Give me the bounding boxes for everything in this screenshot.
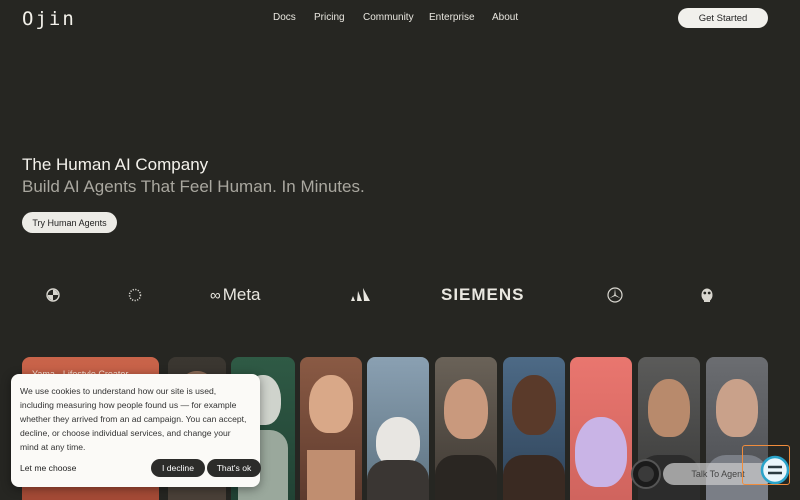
bmw-icon [46, 280, 60, 310]
agent-card[interactable] [367, 357, 429, 500]
nav-enterprise[interactable]: Enterprise [429, 12, 475, 23]
brand-logo[interactable]: Ojin [22, 8, 76, 30]
cookie-banner: We use cookies to understand how our sit… [11, 374, 261, 487]
get-started-button[interactable]: Get Started [678, 8, 768, 28]
mercedes-icon [607, 280, 623, 310]
meta-infinity-icon: ∞ [210, 286, 221, 304]
dotted-circle-icon [128, 280, 142, 310]
nav-docs[interactable]: Docs [273, 12, 296, 23]
agent-card[interactable] [570, 357, 632, 500]
client-logos: ∞ Meta SIEMENS [0, 280, 800, 310]
agent-card[interactable] [435, 357, 497, 500]
nav-about[interactable]: About [492, 12, 518, 23]
try-human-agents-button[interactable]: Try Human Agents [22, 212, 117, 233]
nav-community[interactable]: Community [363, 12, 414, 23]
meta-wordmark: Meta [222, 285, 261, 304]
hero-subtitle: Build AI Agents That Feel Human. In Minu… [22, 177, 365, 196]
siemens-logo: SIEMENS [441, 285, 525, 304]
chat-icon[interactable] [759, 454, 791, 486]
agent-card[interactable] [503, 357, 565, 500]
cookie-text: We use cookies to understand how our sit… [20, 386, 247, 452]
meta-logo: ∞ Meta [210, 280, 261, 310]
nav-pricing[interactable]: Pricing [314, 12, 345, 23]
agent-avatar[interactable] [631, 459, 661, 489]
wwf-icon [700, 280, 714, 310]
agent-card[interactable] [300, 357, 362, 500]
hero-title: The Human AI Company [22, 155, 209, 174]
accept-button[interactable]: That's ok [207, 459, 261, 477]
let-me-choose-link[interactable]: Let me choose [20, 463, 76, 473]
adidas-icon [350, 280, 372, 310]
decline-button[interactable]: I decline [151, 459, 205, 477]
